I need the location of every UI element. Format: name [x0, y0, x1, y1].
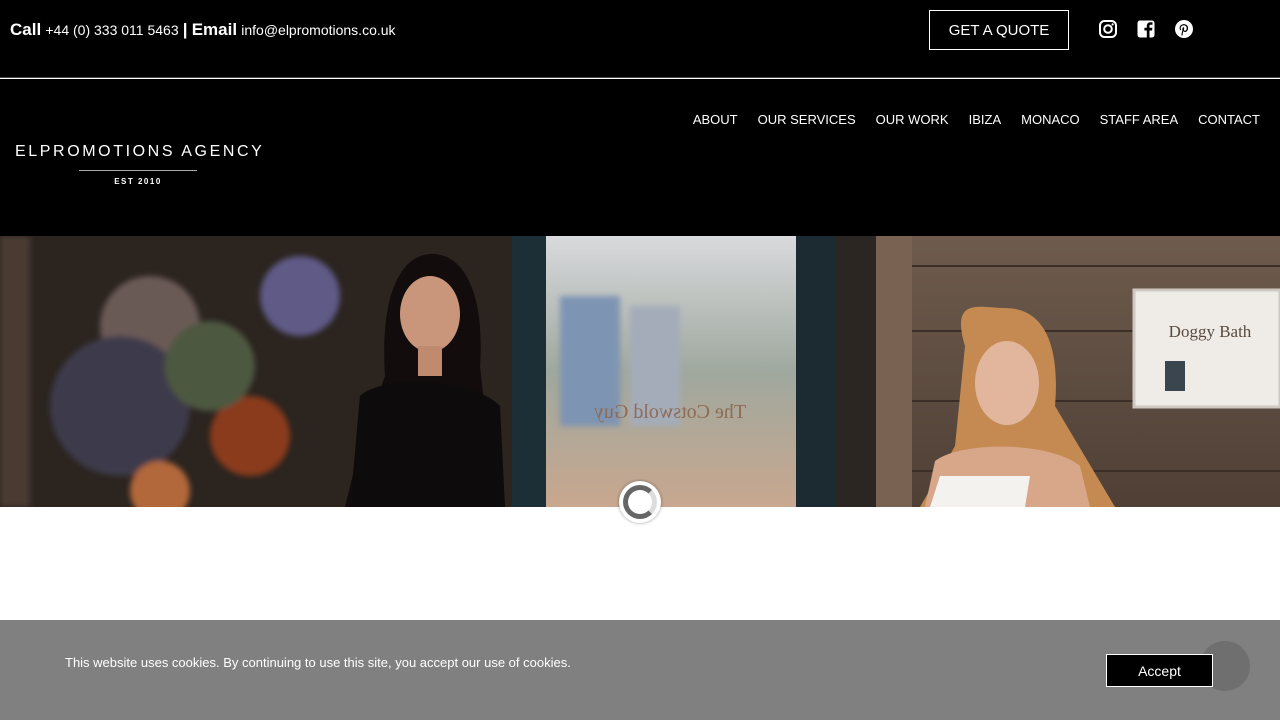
email-label: Email: [191, 20, 238, 39]
hero-image: The Cotswold Guy Doggy Bath: [0, 236, 1280, 507]
contact-info: Call +44 (0) 333 011 5463 | Email info@e…: [10, 20, 396, 40]
call-label: Call: [10, 20, 42, 39]
top-bar: Call +44 (0) 333 011 5463 | Email info@e…: [0, 0, 1280, 78]
nav-about[interactable]: ABOUT: [693, 112, 738, 127]
logo-subtitle: EST 2010: [114, 177, 162, 186]
separator: |: [182, 20, 188, 39]
accept-cookies-button[interactable]: Accept: [1106, 654, 1213, 687]
get-quote-button[interactable]: GET A QUOTE: [929, 10, 1069, 50]
loading-spinner: [619, 481, 661, 523]
nav-monaco[interactable]: MONACO: [1021, 112, 1080, 127]
email-link[interactable]: info@elpromotions.co.uk: [241, 22, 395, 38]
main-header: ELPROMOTIONS AGENCY EST 2010 ABOUT OUR S…: [0, 79, 1280, 236]
facebook-icon[interactable]: [1136, 19, 1156, 39]
window-lettering: The Cotswold Guy: [594, 401, 746, 423]
nav-ibiza[interactable]: IBIZA: [969, 112, 1002, 127]
nav-staff-area[interactable]: STAFF AREA: [1100, 112, 1179, 127]
cookie-message: This website uses cookies. By continuing…: [65, 655, 571, 670]
site-logo[interactable]: ELPROMOTIONS AGENCY EST 2010: [15, 143, 265, 186]
logo-divider: [79, 170, 197, 171]
main-nav: ABOUT OUR SERVICES OUR WORK IBIZA MONACO…: [693, 112, 1280, 127]
instagram-icon[interactable]: [1098, 19, 1118, 39]
nav-our-services[interactable]: OUR SERVICES: [758, 112, 856, 127]
doggy-bath-sign-text: Doggy Bath: [1169, 322, 1252, 341]
phone-number[interactable]: +44 (0) 333 011 5463: [45, 22, 178, 38]
nav-contact[interactable]: CONTACT: [1198, 112, 1260, 127]
nav-our-work[interactable]: OUR WORK: [876, 112, 949, 127]
pinterest-icon[interactable]: [1174, 19, 1194, 39]
logo-title: ELPROMOTIONS AGENCY: [15, 143, 265, 160]
cookie-banner: This website uses cookies. By continuing…: [0, 620, 1280, 720]
